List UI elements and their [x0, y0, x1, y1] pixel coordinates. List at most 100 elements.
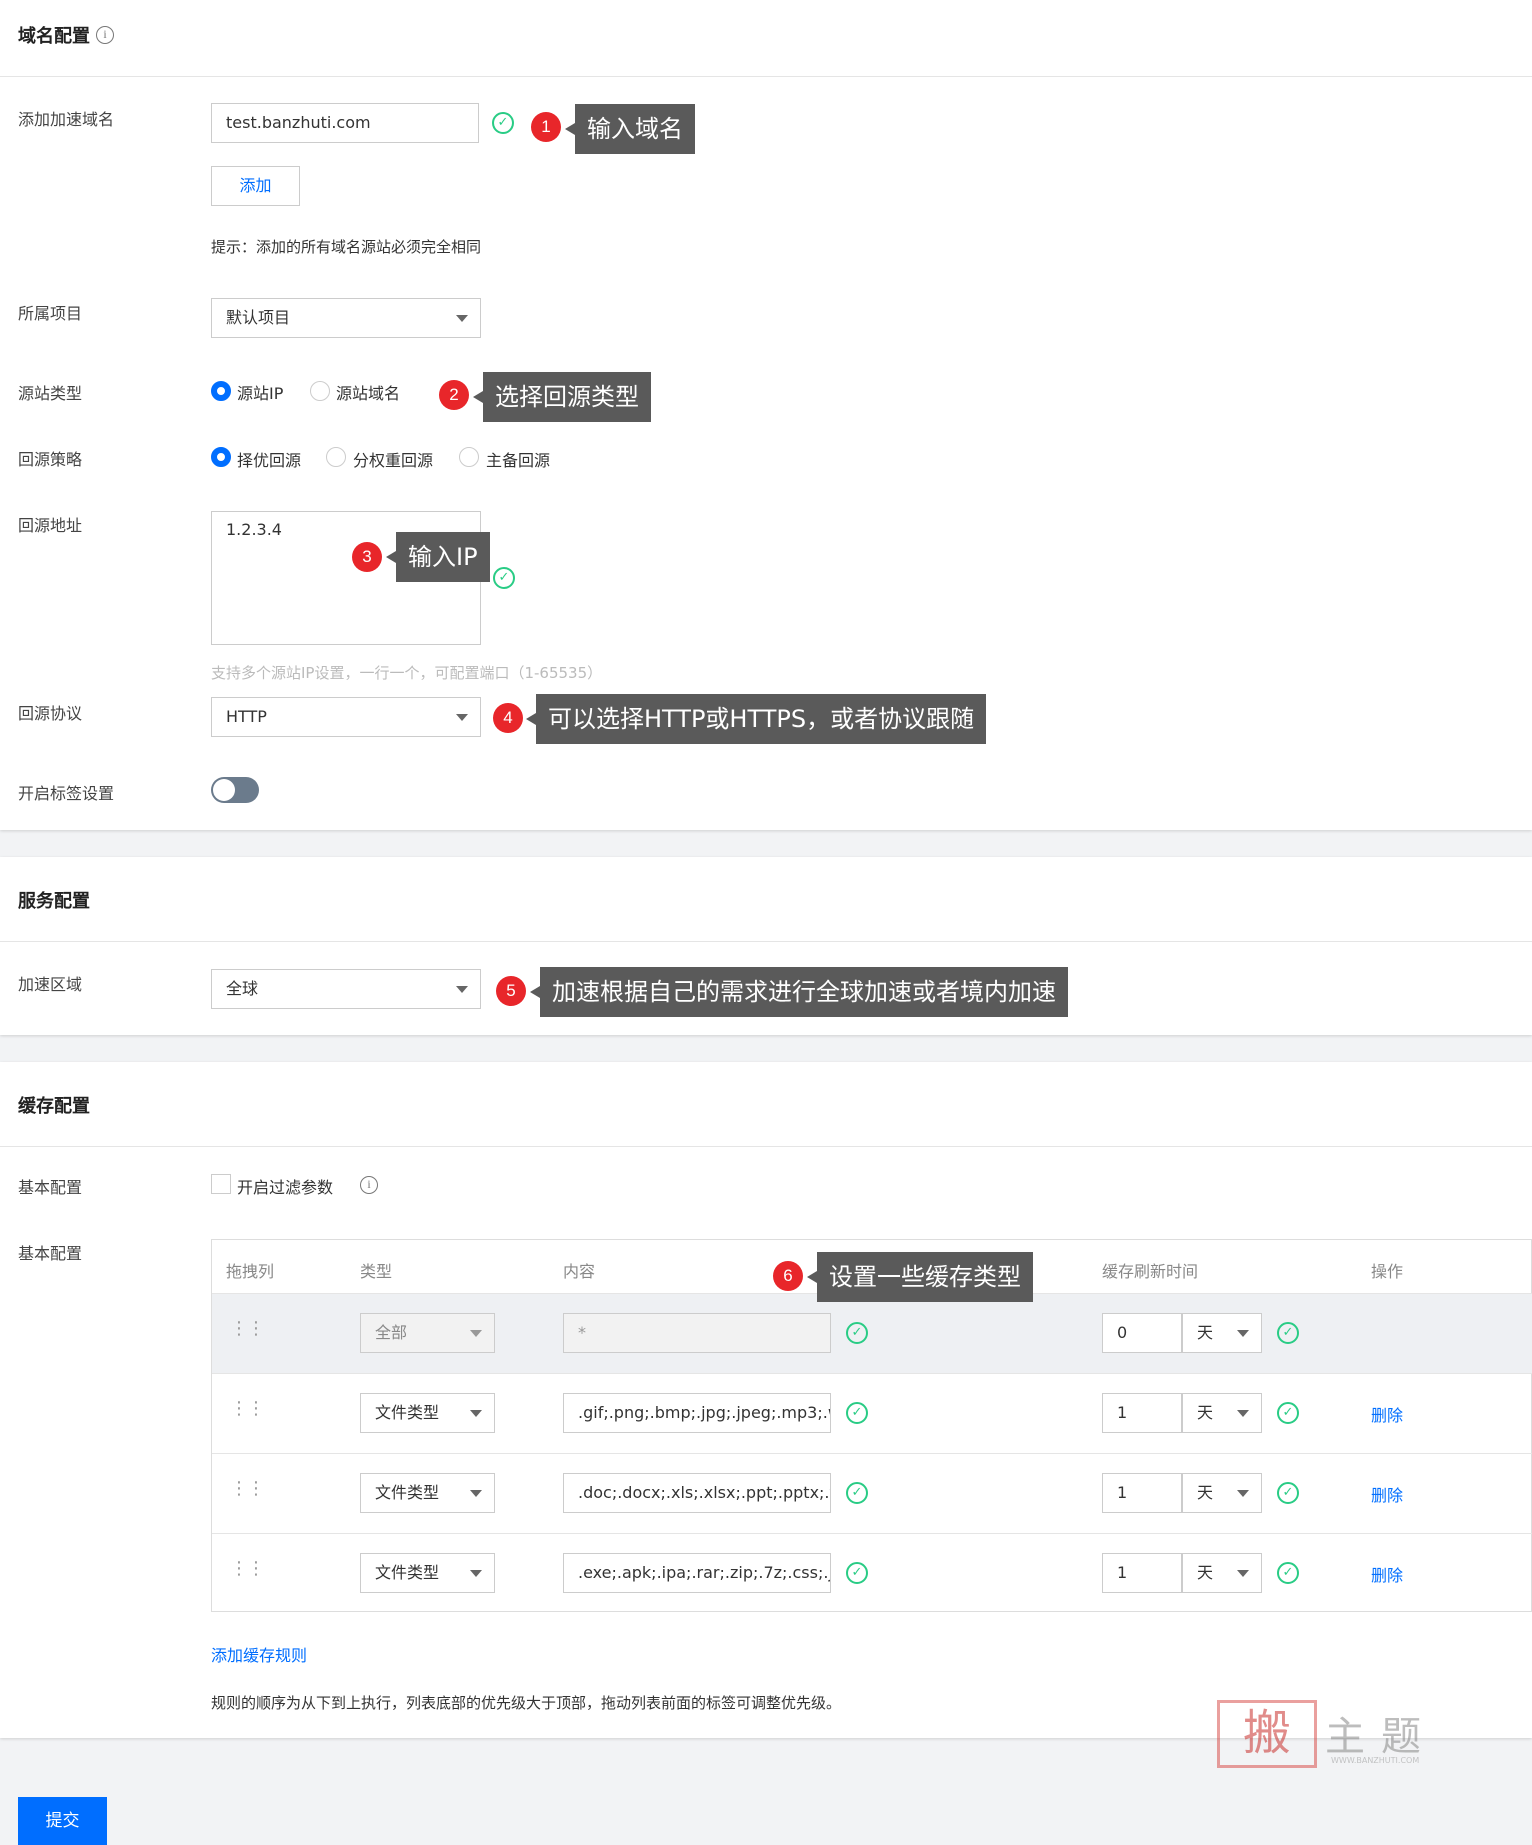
- table-row: ⋮⋮ 文件类型 .gif;.png;.bmp;.jpg;.jpeg;.mp3;.…: [212, 1373, 1532, 1453]
- drag-handle-icon[interactable]: ⋮⋮: [230, 1480, 265, 1498]
- radio-policy-weight[interactable]: [326, 447, 346, 467]
- caret-down-icon: [470, 1410, 482, 1417]
- time-unit-select[interactable]: 天: [1182, 1393, 1262, 1433]
- watermark-stamp: 搬: [1217, 1700, 1317, 1768]
- caret-down-icon: [1237, 1410, 1249, 1417]
- add-domain-button[interactable]: 添加: [211, 166, 300, 206]
- filter-param-label[interactable]: 开启过滤参数: [237, 1174, 333, 1198]
- type-select-value: 全部: [375, 1323, 408, 1342]
- radio-policy-weight-label[interactable]: 分权重回源: [353, 447, 433, 471]
- drag-handle-icon[interactable]: ⋮⋮: [230, 1560, 265, 1578]
- refresh-time-input[interactable]: 1: [1102, 1393, 1182, 1433]
- type-select[interactable]: 文件类型: [360, 1473, 495, 1513]
- type-select-value: 文件类型: [375, 1483, 440, 1502]
- refresh-time-input[interactable]: 1: [1102, 1473, 1182, 1513]
- callout-1: 输入域名: [565, 104, 695, 154]
- content-input[interactable]: .gif;.png;.bmp;.jpg;.jpeg;.mp3;.wm: [563, 1393, 831, 1433]
- info-circle-icon[interactable]: i: [96, 26, 114, 44]
- radio-origin-ip-label[interactable]: 源站IP: [237, 380, 283, 404]
- check-circle-icon: ✓: [493, 567, 515, 589]
- info-circle-icon[interactable]: i: [360, 1176, 378, 1194]
- caret-down-icon: [1237, 1570, 1249, 1577]
- check-circle-icon: ✓: [846, 1322, 868, 1344]
- col-header-drag: 拖拽列: [226, 1262, 275, 1281]
- region-select-value: 全球: [226, 979, 259, 998]
- time-unit-value: 天: [1197, 1563, 1214, 1582]
- project-select[interactable]: 默认项目: [211, 298, 481, 338]
- radio-origin-domain-label[interactable]: 源站域名: [336, 380, 400, 404]
- type-select[interactable]: 文件类型: [360, 1393, 495, 1433]
- add-domain-label: 添加加速域名: [18, 110, 115, 129]
- refresh-time-input[interactable]: 0: [1102, 1313, 1182, 1353]
- protocol-select[interactable]: HTTP: [211, 697, 481, 737]
- policy-label: 回源策略: [18, 450, 83, 469]
- type-select-value: 文件类型: [375, 1563, 440, 1582]
- drag-handle-icon[interactable]: ⋮⋮: [230, 1400, 265, 1418]
- region-select[interactable]: 全球: [211, 969, 481, 1009]
- domain-input[interactable]: test.banzhuti.com: [211, 103, 479, 143]
- radio-policy-best-label[interactable]: 择优回源: [237, 447, 301, 471]
- table-row: ⋮⋮ 文件类型 .exe;.apk;.ipa;.rar;.zip;.7z;.cs…: [212, 1533, 1532, 1613]
- caret-down-icon: [470, 1490, 482, 1497]
- delete-rule-link[interactable]: 删除: [1371, 1562, 1403, 1586]
- type-select[interactable]: 文件类型: [360, 1553, 495, 1593]
- check-circle-icon: ✓: [1277, 1482, 1299, 1504]
- callout-4: 可以选择HTTP或HTTPS，或者协议跟随: [525, 694, 987, 744]
- domain-tip: 提示：添加的所有域名源站必须完全相同: [211, 238, 482, 256]
- drag-handle-icon[interactable]: ⋮⋮: [230, 1320, 265, 1338]
- radio-origin-ip[interactable]: [211, 381, 231, 401]
- caret-down-icon: [1237, 1490, 1249, 1497]
- col-header-content: 内容: [563, 1262, 596, 1281]
- check-circle-icon: ✓: [1277, 1562, 1299, 1584]
- origin-address-label: 回源地址: [18, 516, 83, 535]
- tag-setting-toggle[interactable]: [211, 777, 259, 803]
- project-label: 所属项目: [18, 304, 83, 323]
- delete-rule-link[interactable]: 删除: [1371, 1402, 1403, 1426]
- type-select: 全部: [360, 1313, 495, 1353]
- callout-2: 选择回源类型: [473, 372, 651, 422]
- table-row: ⋮⋮ 全部 * ✓ 0 天 ✓: [212, 1293, 1532, 1373]
- region-label: 加速区域: [18, 975, 83, 994]
- add-cache-rule-link[interactable]: 添加缓存规则: [211, 1642, 307, 1666]
- step-badge-1: 1: [531, 112, 561, 142]
- radio-policy-backup[interactable]: [459, 447, 479, 467]
- step-badge-3: 3: [352, 542, 382, 572]
- col-header-type: 类型: [360, 1262, 393, 1281]
- domain-config-title: 域名配置: [18, 26, 90, 47]
- content-input[interactable]: .doc;.docx;.xls;.xlsx;.ppt;.pptx;.txt;: [563, 1473, 831, 1513]
- rule-order-note: 规则的顺序为从下到上执行，列表底部的优先级大于顶部，拖动列表前面的标签可调整优先…: [211, 1694, 842, 1712]
- caret-down-icon: [456, 714, 468, 721]
- basic-config-label-2: 基本配置: [18, 1244, 83, 1263]
- protocol-select-value: HTTP: [226, 707, 267, 726]
- delete-rule-link[interactable]: 删除: [1371, 1482, 1403, 1506]
- step-badge-4: 4: [493, 703, 523, 733]
- toggle-knob: [213, 779, 235, 801]
- time-unit-select[interactable]: 天: [1182, 1313, 1262, 1353]
- divider: [0, 941, 1532, 942]
- project-select-value: 默认项目: [226, 308, 291, 327]
- service-config-title: 服务配置: [18, 891, 90, 912]
- content-input[interactable]: .exe;.apk;.ipa;.rar;.zip;.7z;.css;.js;: [563, 1553, 831, 1593]
- check-circle-icon: ✓: [1277, 1322, 1299, 1344]
- caret-down-icon: [456, 315, 468, 322]
- radio-origin-domain[interactable]: [310, 381, 330, 401]
- time-unit-value: 天: [1197, 1323, 1214, 1342]
- divider: [0, 1146, 1532, 1147]
- filter-param-checkbox[interactable]: [211, 1174, 231, 1194]
- basic-config-label: 基本配置: [18, 1178, 83, 1197]
- check-circle-icon: ✓: [846, 1562, 868, 1584]
- type-select-value: 文件类型: [375, 1403, 440, 1422]
- callout-6: 设置一些缓存类型: [807, 1252, 1033, 1302]
- step-badge-2: 2: [439, 380, 469, 410]
- col-header-action: 操作: [1371, 1262, 1404, 1281]
- time-unit-select[interactable]: 天: [1182, 1473, 1262, 1513]
- caret-down-icon: [456, 986, 468, 993]
- callout-3: 输入IP: [386, 532, 490, 582]
- watermark-url: WWW.BANZHUTI.COM: [1331, 1756, 1420, 1765]
- radio-policy-best[interactable]: [211, 447, 231, 467]
- submit-button[interactable]: 提交: [18, 1797, 107, 1845]
- watermark-text: 主题: [1325, 1714, 1437, 1760]
- refresh-time-input[interactable]: 1: [1102, 1553, 1182, 1593]
- radio-policy-backup-label[interactable]: 主备回源: [486, 447, 550, 471]
- time-unit-select[interactable]: 天: [1182, 1553, 1262, 1593]
